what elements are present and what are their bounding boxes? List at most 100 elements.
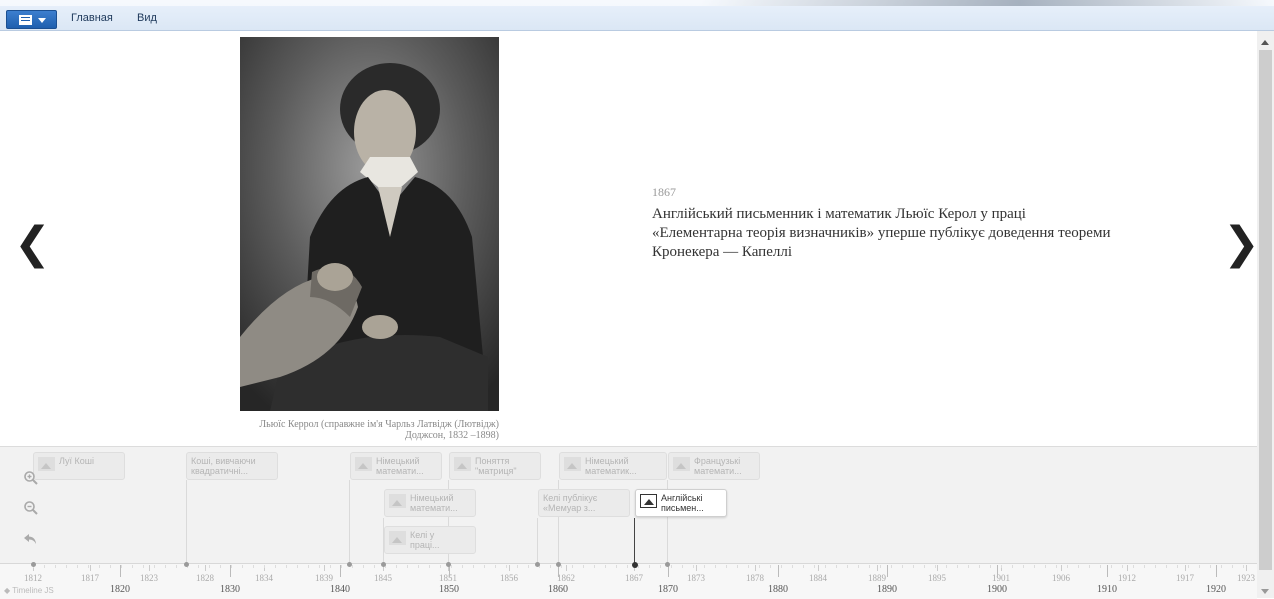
scroll-down-icon[interactable] [1261, 589, 1269, 594]
ruler-subtick [627, 565, 628, 568]
ruler-subtick [880, 565, 881, 568]
ruler-tick [755, 565, 756, 571]
ruler-tick [877, 565, 878, 571]
ruler-subtick [770, 565, 771, 568]
ruler-subtick [825, 565, 826, 568]
ruler-subtick [1067, 565, 1068, 568]
timeline-marker[interactable]: Луї Коші [33, 452, 125, 480]
ruler-subtick [737, 565, 738, 568]
prev-slide-button[interactable]: ❮ [14, 222, 51, 266]
ruler-subtick [1188, 565, 1189, 568]
ruler-subtick [66, 565, 67, 568]
ruler-major-label: 1870 [658, 584, 678, 595]
next-slide-button[interactable]: ❯ [1223, 222, 1260, 266]
ruler-subtick [946, 565, 947, 568]
timeline-marker[interactable]: Німецький математи... [350, 452, 442, 480]
ruler-subtick [242, 565, 243, 568]
ruler-subtick [1045, 565, 1046, 568]
ruler-tick [937, 565, 938, 571]
ruler-minor-label: 1839 [315, 573, 333, 583]
ruler-minor-label: 1812 [24, 573, 42, 583]
ruler-subtick [352, 565, 353, 568]
ribbon-top-edge [0, 0, 1274, 6]
ruler-subtick [99, 565, 100, 568]
ruler-subtick [572, 565, 573, 568]
ruler-major-label: 1880 [768, 584, 788, 595]
ruler-subtick [605, 565, 606, 568]
image-icon [454, 457, 471, 471]
timeline-marker[interactable]: Поняття "матриця" [449, 452, 541, 480]
ruler-subtick [1001, 565, 1002, 568]
ruler-subtick [1034, 565, 1035, 568]
zoom-in-icon [24, 471, 38, 485]
ruler-major-label: 1840 [330, 584, 350, 595]
ruler-subtick [814, 565, 815, 568]
ruler-subtick [176, 565, 177, 568]
tab-view[interactable]: Вид [137, 12, 157, 24]
tab-home[interactable]: Главная [71, 12, 113, 24]
ruler-minor-label: 1862 [557, 573, 575, 583]
ruler-subtick [440, 565, 441, 568]
scroll-up-icon[interactable] [1261, 40, 1269, 45]
event-dot[interactable] [184, 562, 189, 567]
image-icon [355, 457, 372, 471]
ruler-subtick [649, 565, 650, 568]
ruler-subtick [132, 565, 133, 568]
active-event-dot[interactable] [632, 562, 638, 568]
ruler-major-label: 1860 [548, 584, 568, 595]
ruler-subtick [473, 565, 474, 568]
ruler-subtick [407, 565, 408, 568]
ruler-subtick [517, 565, 518, 568]
scrollbar-thumb[interactable] [1259, 50, 1272, 570]
timeline-marker[interactable]: Німецький математик... [559, 452, 667, 480]
ruler-subtick [748, 565, 749, 568]
event-dot[interactable] [665, 562, 670, 567]
ruler-major-tick [1216, 565, 1217, 577]
ruler-subtick [1144, 565, 1145, 568]
ruler-subtick [1221, 565, 1222, 568]
ruler-subtick [231, 565, 232, 568]
event-dot[interactable] [381, 562, 386, 567]
timelinejs-branding: ◆ Timeline JS [4, 586, 54, 595]
ruler-tick [1127, 565, 1128, 571]
zoom-out-button[interactable] [23, 500, 39, 520]
ruler-subtick [418, 565, 419, 568]
ruler-minor-label: 1834 [255, 573, 273, 583]
event-dot[interactable] [347, 562, 352, 567]
event-dot[interactable] [535, 562, 540, 567]
ruler-subtick [781, 565, 782, 568]
zoom-in-button[interactable] [23, 470, 39, 490]
ruler-minor-label: 1867 [625, 573, 643, 583]
document-icon [19, 15, 32, 25]
ruler-subtick [374, 565, 375, 568]
ruler-tick [205, 565, 206, 571]
ruler-subtick [847, 565, 848, 568]
event-dot[interactable] [31, 562, 36, 567]
ruler-subtick [154, 565, 155, 568]
ruler-subtick [462, 565, 463, 568]
ruler-subtick [143, 565, 144, 568]
timeline-marker[interactable]: Французькі математи... [668, 452, 760, 480]
ruler-subtick [495, 565, 496, 568]
slide-photo [240, 37, 499, 411]
event-dot[interactable] [446, 562, 451, 567]
ruler-subtick [44, 565, 45, 568]
ruler-subtick [979, 565, 980, 568]
timeline-marker[interactable]: Келі у праці... [384, 526, 476, 554]
file-menu-button[interactable] [6, 10, 57, 29]
timeline-marker[interactable]: Келі публікує «Мемуар з... [538, 489, 630, 517]
ruler-subtick [1023, 565, 1024, 568]
event-dot[interactable] [556, 562, 561, 567]
chevron-down-icon [38, 18, 46, 23]
image-icon [564, 457, 581, 471]
back-to-start-button[interactable] [23, 531, 39, 551]
timeline-marker[interactable]: Коші, вивчаючи квадратичні... [186, 452, 278, 480]
timeline-marker[interactable]: Німецький математи... [384, 489, 476, 517]
ruler-subtick [726, 565, 727, 568]
ruler-subtick [638, 565, 639, 568]
ruler-subtick [957, 565, 958, 568]
ruler-subtick [990, 565, 991, 568]
ruler-subtick [1210, 565, 1211, 568]
ruler-subtick [286, 565, 287, 568]
active-timeline-marker[interactable]: Англійські письмен... [635, 489, 727, 517]
